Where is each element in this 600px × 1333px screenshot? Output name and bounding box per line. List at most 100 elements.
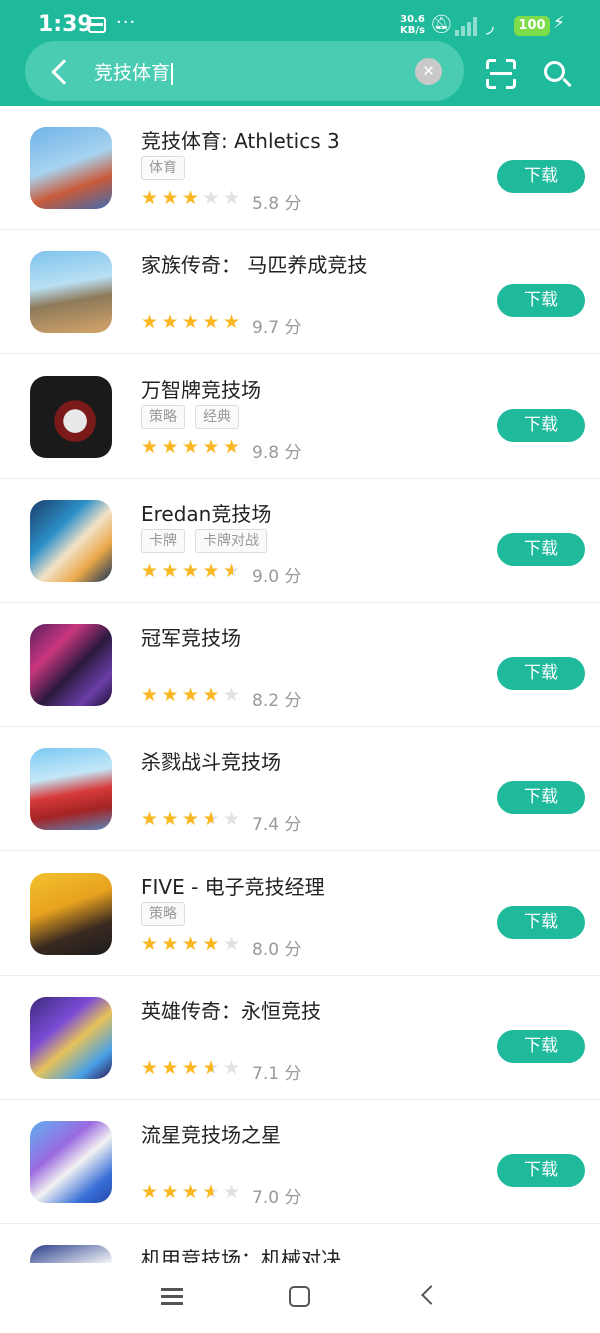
app-icon[interactable] (30, 1245, 112, 1263)
star-icon: ★ (141, 436, 159, 458)
app-tags: 体育 (141, 156, 195, 180)
rating-stars: ★ ★ ★ ★ ★ (141, 561, 244, 581)
star-icon: ★ (141, 187, 159, 209)
download-button[interactable]: 下载 (497, 160, 585, 193)
star-icon: ★ (202, 684, 220, 706)
app-list-item[interactable]: 冠军竞技场 ★ ★ ★ ★ ★ 8.2 分下载 (0, 603, 600, 727)
app-icon[interactable] (30, 624, 112, 706)
download-button[interactable]: 下载 (497, 533, 585, 566)
charging-icon: ⚡︎ (553, 13, 565, 33)
app-name[interactable]: 流星竞技场之星 (141, 1119, 281, 1148)
star-icon: ★ (141, 311, 159, 333)
app-list-item[interactable]: 流星竞技场之星 ★ ★ ★ ★ ★ 7.0 分下载 (0, 1100, 600, 1224)
star-icon: ★ (182, 311, 200, 333)
star-icon: ★ (161, 311, 179, 333)
star-icon: ★ (182, 1057, 200, 1079)
wifi-icon: ◞ (486, 13, 494, 37)
app-list-item[interactable]: 机甲竞技场：机械对决 (0, 1224, 600, 1263)
star-icon: ★ (141, 808, 159, 830)
app-list-item[interactable]: 竞技体育: Athletics 3 体育 ★ ★ ★ ★ ★ 5.8 分 下载 (0, 106, 600, 230)
network-speed: 30.6 KB/s (400, 14, 425, 36)
star-icon: ★ (182, 933, 200, 955)
search-input[interactable]: 竞技体育 (94, 58, 174, 85)
star-icon: ★ (202, 311, 220, 333)
star-icon: ★ (161, 933, 179, 955)
app-icon[interactable] (30, 997, 112, 1079)
mute-bell-icon: 🔕︎ (430, 14, 453, 35)
clear-search-button[interactable]: ✕ (415, 58, 442, 85)
app-name[interactable]: FIVE - 电子竞技经理 (141, 871, 325, 900)
app-list-item[interactable]: 万智牌竞技场 策略 经典 ★ ★ ★ ★ ★ 9.8 分下载 (0, 355, 600, 479)
app-name[interactable]: 杀戮战斗竞技场 (141, 746, 281, 775)
app-name[interactable]: 万智牌竞技场 (141, 374, 261, 403)
home-icon[interactable] (289, 1286, 310, 1307)
back-icon[interactable] (421, 1285, 441, 1305)
search-bar[interactable]: 竞技体育 ✕ (25, 41, 464, 101)
app-list-item[interactable]: 杀戮战斗竞技场 ★ ★ ★ ★ ★ 7.4 分下载 (0, 727, 600, 851)
download-button[interactable]: 下载 (497, 409, 585, 442)
scan-button[interactable] (486, 59, 516, 89)
star-icon: ★ (182, 808, 200, 830)
star-icon: ★ (223, 187, 241, 209)
rating-stars: ★ ★ ★ ★ ★ (141, 188, 244, 208)
star-icon: ★ (203, 1182, 223, 1202)
download-button[interactable]: 下载 (497, 906, 585, 939)
star-icon: ★ (161, 684, 179, 706)
menu-icon[interactable] (161, 1288, 183, 1306)
star-icon: ★ (202, 560, 220, 582)
rating-score: 5.8 分 (252, 194, 302, 214)
search-button[interactable] (542, 59, 572, 89)
app-list-item[interactable]: 家族传奇： 马匹养成竞技 ★ ★ ★ ★ ★ 9.7 分下载 (0, 230, 600, 354)
app-name[interactable]: 机甲竞技场：机械对决 (141, 1243, 341, 1263)
download-button[interactable]: 下载 (497, 781, 585, 814)
app-icon[interactable] (30, 748, 112, 830)
app-name[interactable]: 家族传奇： 马匹养成竞技 (141, 249, 367, 278)
app-icon[interactable] (30, 127, 112, 209)
rating-stars: ★ ★ ★ ★ ★ (141, 312, 244, 332)
app-icon[interactable] (30, 251, 112, 333)
star-icon: ★ (161, 560, 179, 582)
network-speed-unit: KB/s (400, 25, 425, 36)
app-name[interactable]: Eredan竞技场 (141, 498, 271, 527)
download-button[interactable]: 下载 (497, 657, 585, 690)
star-icon: ★ (182, 436, 200, 458)
star-icon: ★ (223, 436, 241, 458)
network-speed-value: 30.6 (400, 14, 425, 25)
rating-stars: ★ ★ ★ ★ ★ (141, 1182, 244, 1202)
rating-stars: ★ ★ ★ ★ ★ (141, 809, 244, 829)
app-list-item[interactable]: 英雄传奇：永恒竞技 ★ ★ ★ ★ ★ 7.1 分 下载 (0, 976, 600, 1100)
search-query: 竞技体育 (94, 62, 171, 84)
star-icon: ★ (161, 1181, 179, 1203)
search-results-list[interactable]: 竞技体育: Athletics 3 体育 ★ ★ ★ ★ ★ 5.8 分下载 家族传奇： 马匹养… (0, 106, 600, 1263)
app-tags: 策略 经典 (141, 405, 249, 429)
download-button[interactable]: 下载 (497, 1154, 585, 1187)
star-icon: ★ (141, 560, 159, 582)
app-list-item[interactable]: Eredan竞技场 卡牌 卡牌对战 ★ ★ ★ ★ ★ 9.0 分下载 (0, 479, 600, 603)
star-icon: ★ (203, 1058, 223, 1078)
download-button[interactable]: 下载 (497, 1030, 585, 1063)
app-icon[interactable] (30, 376, 112, 458)
app-name[interactable]: 冠军竞技场 (141, 622, 241, 651)
download-button[interactable]: 下载 (497, 284, 585, 317)
rating-score: 7.1 分 (252, 1064, 302, 1084)
rating-stars: ★ ★ ★ ★ ★ (141, 1058, 244, 1078)
rating-stars: ★ ★ ★ ★ ★ (141, 934, 244, 954)
star-icon: ★ (223, 684, 241, 706)
star-icon: ★ (182, 560, 200, 582)
app-icon[interactable] (30, 500, 112, 582)
app-tag: 策略 (141, 902, 185, 926)
app-tag: 经典 (195, 405, 239, 429)
app-list-item[interactable]: FIVE - 电子竞技经理 策略 ★ ★ ★ ★ ★ 8.0 分下载 (0, 852, 600, 976)
star-icon: ★ (141, 1181, 159, 1203)
app-name[interactable]: 英雄传奇：永恒竞技 (141, 995, 321, 1024)
star-icon: ★ (182, 1181, 200, 1203)
signal-icon (455, 16, 481, 36)
star-icon: ★ (141, 933, 159, 955)
back-arrow-icon[interactable] (49, 57, 73, 85)
app-icon[interactable] (30, 1121, 112, 1203)
rating-score: 7.4 分 (252, 815, 302, 835)
app-name[interactable]: 竞技体育: Athletics 3 (141, 125, 340, 154)
star-icon: ★ (223, 933, 241, 955)
star-icon: ★ (202, 187, 220, 209)
app-icon[interactable] (30, 873, 112, 955)
